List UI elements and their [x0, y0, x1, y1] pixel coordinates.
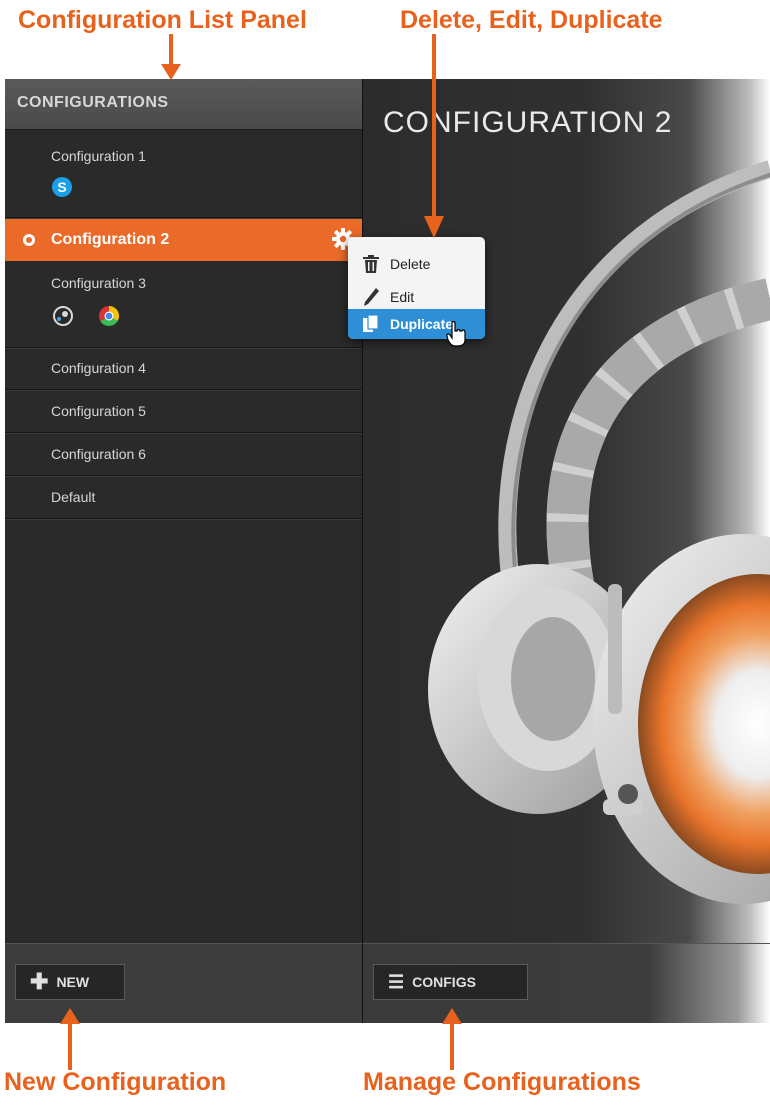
configs-button[interactable]: ☰ CONFIGS [373, 964, 528, 1000]
config-item-label: Configuration 1 [51, 148, 146, 164]
arrow-to-config-list [161, 34, 181, 80]
app-window: CONFIGURATIONS Configuration 1 S Configu… [5, 79, 770, 1023]
annotation-new-configuration: New Configuration [4, 1068, 227, 1096]
config-item-label: Default [51, 489, 96, 505]
config-item-4[interactable]: Configuration 4 [5, 347, 362, 390]
config-item-label: Configuration 6 [51, 446, 146, 462]
list-icon: ☰ [388, 972, 405, 992]
configurations-header-label: CONFIGURATIONS [17, 94, 169, 111]
new-config-button[interactable]: ✚ NEW [15, 964, 125, 1000]
config-item-6[interactable]: Configuration 6 [5, 433, 362, 476]
menu-item-duplicate[interactable]: Duplicate [348, 309, 485, 347]
annotation-delete-edit-duplicate: Delete, Edit, Duplicate [400, 6, 663, 34]
menu-item-edit[interactable]: Edit [348, 282, 485, 312]
arrow-to-context-menu [424, 34, 444, 238]
plus-icon: ✚ [30, 969, 49, 994]
menu-item-label: Delete [390, 256, 431, 272]
main-footer: ☰ CONFIGS [363, 943, 770, 1023]
hand-cursor-icon [446, 320, 466, 347]
menu-item-label: Duplicate [390, 316, 454, 332]
pencil-icon [362, 287, 380, 307]
config-item-2[interactable]: Configuration 2 [5, 219, 362, 261]
arrow-to-new-button [60, 1008, 80, 1070]
duplicate-icon [362, 314, 380, 334]
menu-item-label: Edit [390, 289, 415, 305]
configs-button-label: CONFIGS [412, 974, 476, 990]
chrome-icon [98, 305, 119, 326]
config-item-label: Configuration 3 [51, 275, 146, 291]
config-item-default[interactable]: Default [5, 476, 362, 519]
active-indicator-icon [23, 234, 35, 246]
annotation-manage-configurations: Manage Configurations [363, 1068, 641, 1096]
trash-icon [362, 254, 380, 274]
svg-text:S: S [57, 179, 66, 195]
annotation-config-list-panel: Configuration List Panel [18, 6, 307, 34]
arrow-to-configs-button [442, 1008, 462, 1070]
steam-icon [52, 305, 73, 326]
config-item-label: Configuration 2 [51, 231, 170, 248]
config-item-3[interactable]: Configuration 3 [5, 261, 362, 348]
config-item-1[interactable]: Configuration 1 S [5, 130, 362, 218]
menu-item-delete[interactable]: Delete [348, 249, 485, 279]
config-item-label: Configuration 4 [51, 360, 146, 376]
config-item-label: Configuration 5 [51, 403, 146, 419]
skype-icon: S [52, 177, 72, 197]
config-item-5[interactable]: Configuration 5 [5, 390, 362, 433]
new-config-button-label: NEW [56, 974, 90, 990]
config-context-menu: Delete Edit Duplicate [348, 237, 485, 347]
configuration-list-panel: CONFIGURATIONS Configuration 1 S Configu… [5, 79, 363, 1023]
configurations-header: CONFIGURATIONS [5, 79, 362, 130]
